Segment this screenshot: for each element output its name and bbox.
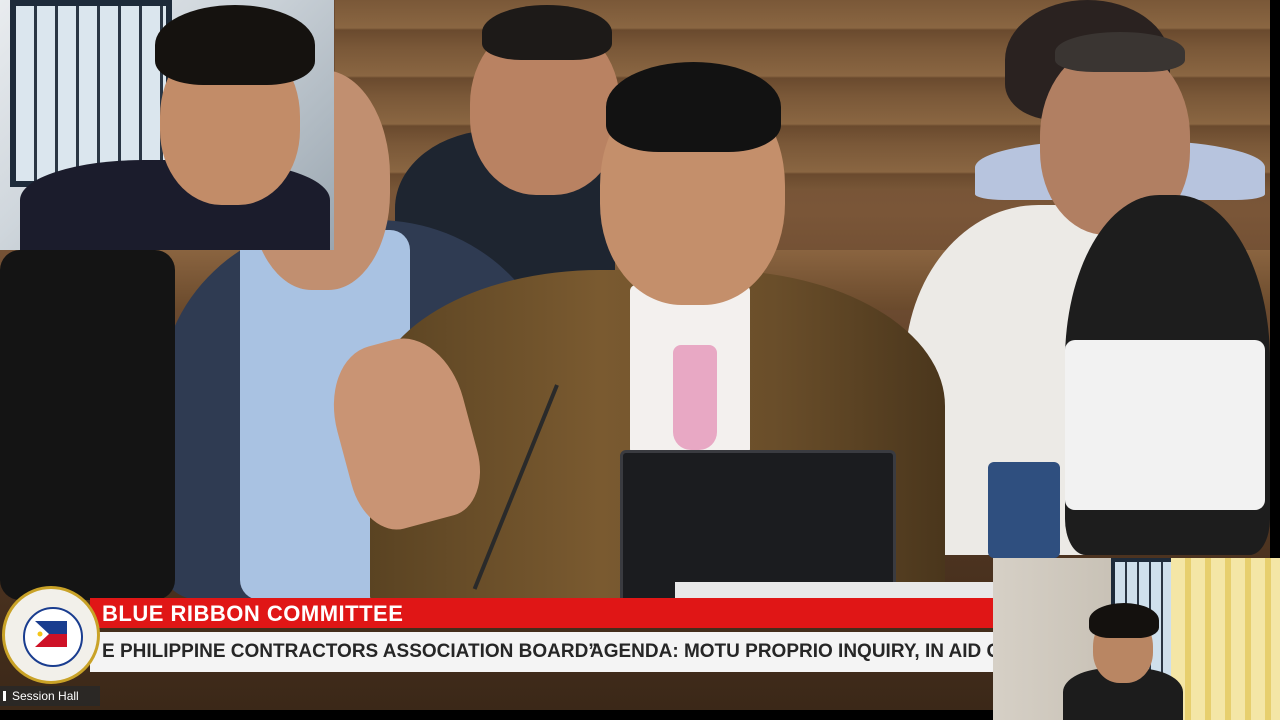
location-badge: Session Hall — [0, 686, 100, 706]
committee-title: BLUE RIBBON COMMITTEE — [102, 601, 404, 626]
pip-bottom-right-webcam — [993, 558, 1280, 720]
person-far-left — [0, 250, 175, 600]
water-bottle — [988, 462, 1060, 558]
speaker-tie — [673, 345, 717, 450]
flag-icon — [35, 621, 67, 647]
agenda-text: AGENDA: MOTU PROPRIO INQUIRY, IN AID OF … — [590, 641, 993, 662]
senate-seal-icon — [2, 586, 100, 684]
ticker-bar: E PHILIPPINE CONTRACTORS ASSOCIATION BOA… — [90, 632, 993, 672]
curtain — [1171, 558, 1280, 720]
lower-third: BLUE RIBBON COMMITTEE E PHILIPPINE CONTR… — [0, 586, 993, 684]
speaker-hair — [606, 62, 781, 152]
hearing-subject: E PHILIPPINE CONTRACTORS ASSOCIATION BOA… — [102, 641, 598, 662]
barred-window — [10, 0, 172, 187]
location-label: Session Hall — [12, 689, 79, 703]
pip-top-left-webcam — [0, 0, 334, 250]
indicator-icon — [3, 691, 6, 701]
committee-bar: BLUE RIBBON COMMITTEE — [90, 598, 993, 628]
